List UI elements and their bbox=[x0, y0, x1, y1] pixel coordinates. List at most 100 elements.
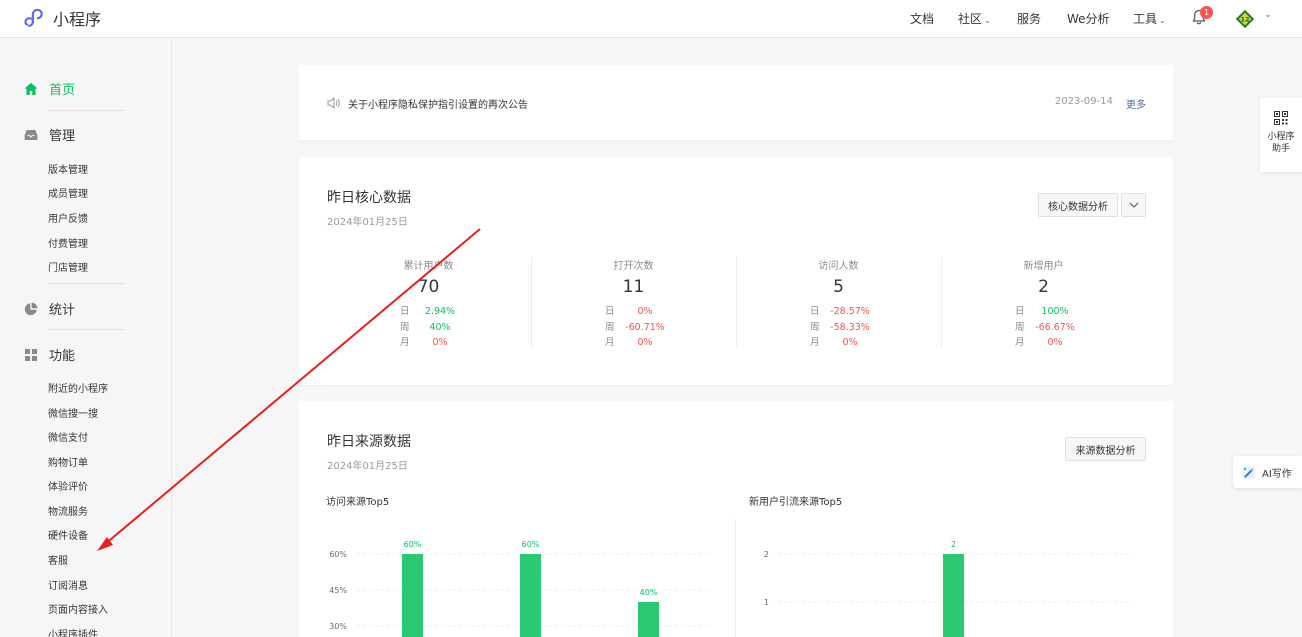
app-title: 小程序 bbox=[53, 10, 102, 29]
avatar[interactable]: 12 bbox=[1236, 10, 1254, 28]
y-tick-label: 60% bbox=[329, 550, 347, 559]
period-label: 日 bbox=[810, 306, 820, 317]
bar-data-label: 40% bbox=[640, 588, 658, 597]
sidebar-item-wechat-pay[interactable]: 微信支付 bbox=[48, 429, 88, 444]
metric-change: 40% bbox=[429, 322, 451, 333]
sidebar-item-orders[interactable]: 购物订单 bbox=[48, 454, 88, 469]
core-data-title: 昨日核心数据 bbox=[327, 190, 411, 206]
core-data-date: 2024年01月25日 bbox=[327, 217, 408, 228]
sidebar-item-stats[interactable]: 统计 bbox=[24, 299, 75, 318]
y-tick-label: 2 bbox=[764, 550, 769, 559]
bar bbox=[638, 602, 659, 637]
source-data-card: 昨日来源数据 2024年01月25日 来源数据分析 访问来源Top5 新用户引流… bbox=[299, 401, 1173, 637]
helper-label: 小程序助手 bbox=[1267, 132, 1295, 154]
period-label: 周 bbox=[810, 322, 820, 333]
speaker-icon bbox=[327, 97, 340, 109]
period-label: 周 bbox=[1015, 322, 1025, 333]
notice-date: 2023-09-14 bbox=[1054, 96, 1113, 107]
sidebar-item-logistics[interactable]: 物流服务 bbox=[48, 503, 88, 518]
metric-new-users: 新增用户 2 日 100% 周 -66.67% 月 0% bbox=[941, 257, 1146, 349]
metric-change: 0% bbox=[432, 337, 448, 348]
metric-total-users: 累计用户数 70 日 2.94% 周 40% 月 0% bbox=[326, 257, 531, 349]
notification-badge: 1 bbox=[1200, 6, 1213, 19]
svg-text:12: 12 bbox=[1240, 16, 1249, 24]
period-label: 月 bbox=[400, 337, 410, 348]
period-label: 周 bbox=[400, 322, 410, 333]
sidebar-item-plugins[interactable]: 小程序插件 bbox=[48, 626, 98, 637]
period-label: 月 bbox=[1015, 337, 1025, 348]
ai-write-label: AI写作 bbox=[1262, 468, 1292, 480]
inbox-icon bbox=[24, 129, 38, 140]
miniprogram-logo-icon bbox=[24, 8, 43, 27]
miniprogram-helper-button[interactable]: 小程序助手 bbox=[1260, 98, 1302, 172]
sidebar-item-manage[interactable]: 管理 bbox=[24, 125, 75, 144]
sidebar-item-customer-service[interactable]: 客服 bbox=[48, 552, 68, 567]
bar-data-label: 60% bbox=[404, 540, 422, 549]
y-tick-label: 45% bbox=[329, 586, 347, 595]
sidebar-item-subscription[interactable]: 订阅消息 bbox=[48, 577, 88, 592]
bar-data-label: 60% bbox=[522, 540, 540, 549]
pie-chart-icon bbox=[24, 302, 38, 315]
core-analysis-dropdown[interactable] bbox=[1121, 193, 1146, 217]
home-icon bbox=[24, 82, 38, 95]
sidebar-divider bbox=[48, 329, 124, 330]
sidebar-item-label: 管理 bbox=[49, 129, 76, 144]
sidebar-item-members[interactable]: 成员管理 bbox=[48, 185, 88, 200]
period-label: 月 bbox=[810, 337, 820, 348]
metric-label: 累计用户数 bbox=[403, 261, 454, 272]
nav-services[interactable]: 服务 bbox=[1017, 10, 1041, 27]
bar bbox=[520, 554, 541, 637]
metric-label: 访问人数 bbox=[818, 261, 859, 272]
chevron-down-icon[interactable]: ⌄ bbox=[1264, 10, 1272, 20]
grid-icon bbox=[25, 348, 37, 361]
metric-value: 70 bbox=[417, 277, 440, 297]
sidebar-item-hardware[interactable]: 硬件设备 bbox=[48, 527, 88, 542]
core-analysis-button[interactable]: 核心数据分析 bbox=[1038, 193, 1118, 217]
ai-write-button[interactable]: AI写作 bbox=[1233, 456, 1302, 488]
sidebar-item-home[interactable]: 首页 bbox=[24, 79, 75, 98]
sidebar-item-stores[interactable]: 门店管理 bbox=[48, 259, 88, 274]
sidebar-item-label: 统计 bbox=[49, 303, 76, 318]
visit-source-chart: 60% 45% 30% 60% 60% 40% bbox=[329, 540, 709, 637]
metric-change: -58.33% bbox=[830, 322, 870, 333]
metric-visitors: 访问人数 5 日 -28.57% 周 -58.33% 月 0% bbox=[736, 257, 941, 349]
logo[interactable]: 小程序 bbox=[24, 7, 101, 29]
metric-change: -28.57% bbox=[830, 306, 870, 317]
nav-docs[interactable]: 文档 bbox=[910, 10, 934, 27]
metric-value: 5 bbox=[833, 277, 844, 297]
period-label: 日 bbox=[605, 306, 615, 317]
chevron-down-icon: ⌄ bbox=[1159, 16, 1166, 25]
notice-card: 关于小程序隐私保护指引设置的再次公告 2023-09-14 更多 bbox=[299, 65, 1173, 140]
sidebar-item-feedback[interactable]: 用户反馈 bbox=[48, 210, 88, 225]
sidebar-item-content-access[interactable]: 页面内容接入 bbox=[48, 601, 108, 616]
sidebar-item-reviews[interactable]: 体验评价 bbox=[48, 478, 88, 493]
metric-value: 2 bbox=[1038, 277, 1049, 297]
sidebar-item-features[interactable]: 功能 bbox=[24, 345, 75, 364]
nav-tools-label: 工具 bbox=[1133, 12, 1158, 26]
metric-change: 0% bbox=[637, 337, 653, 348]
qr-code-icon bbox=[1274, 111, 1288, 125]
sidebar-item-label: 功能 bbox=[49, 349, 76, 364]
notice-link[interactable]: 关于小程序隐私保护指引设置的再次公告 bbox=[348, 96, 528, 111]
sidebar-item-payment[interactable]: 付费管理 bbox=[48, 235, 88, 250]
metric-opens: 打开次数 11 日 0% 周 -60.71% 月 0% bbox=[531, 257, 736, 349]
top-bar: 小程序 文档 社区 ⌄ 服务 We分析 工具 ⌄ 1 12 ⌄ bbox=[0, 0, 1302, 38]
y-tick-label: 1 bbox=[764, 598, 769, 607]
chevron-down-icon: ⌄ bbox=[984, 16, 991, 25]
new-user-source-chart: 2 1 2 bbox=[764, 540, 1131, 637]
metric-value: 11 bbox=[622, 277, 645, 297]
bar-data-label: 2 bbox=[951, 540, 956, 549]
period-label: 日 bbox=[400, 306, 410, 317]
notice-more-link[interactable]: 更多 bbox=[1126, 96, 1146, 111]
sidebar-item-search[interactable]: 微信搜一搜 bbox=[48, 405, 98, 420]
period-label: 月 bbox=[605, 337, 615, 348]
metric-change: -60.71% bbox=[625, 322, 665, 333]
y-tick-label: 30% bbox=[329, 622, 347, 631]
sidebar-item-version[interactable]: 版本管理 bbox=[48, 161, 88, 176]
sidebar-item-nearby[interactable]: 附近的小程序 bbox=[48, 380, 108, 395]
period-label: 日 bbox=[1015, 306, 1025, 317]
nav-we-analytics[interactable]: We分析 bbox=[1067, 10, 1110, 27]
nav-community[interactable]: 社区 ⌄ bbox=[958, 10, 991, 27]
nav-tools[interactable]: 工具 ⌄ bbox=[1133, 10, 1166, 27]
metric-change: 0% bbox=[842, 337, 858, 348]
